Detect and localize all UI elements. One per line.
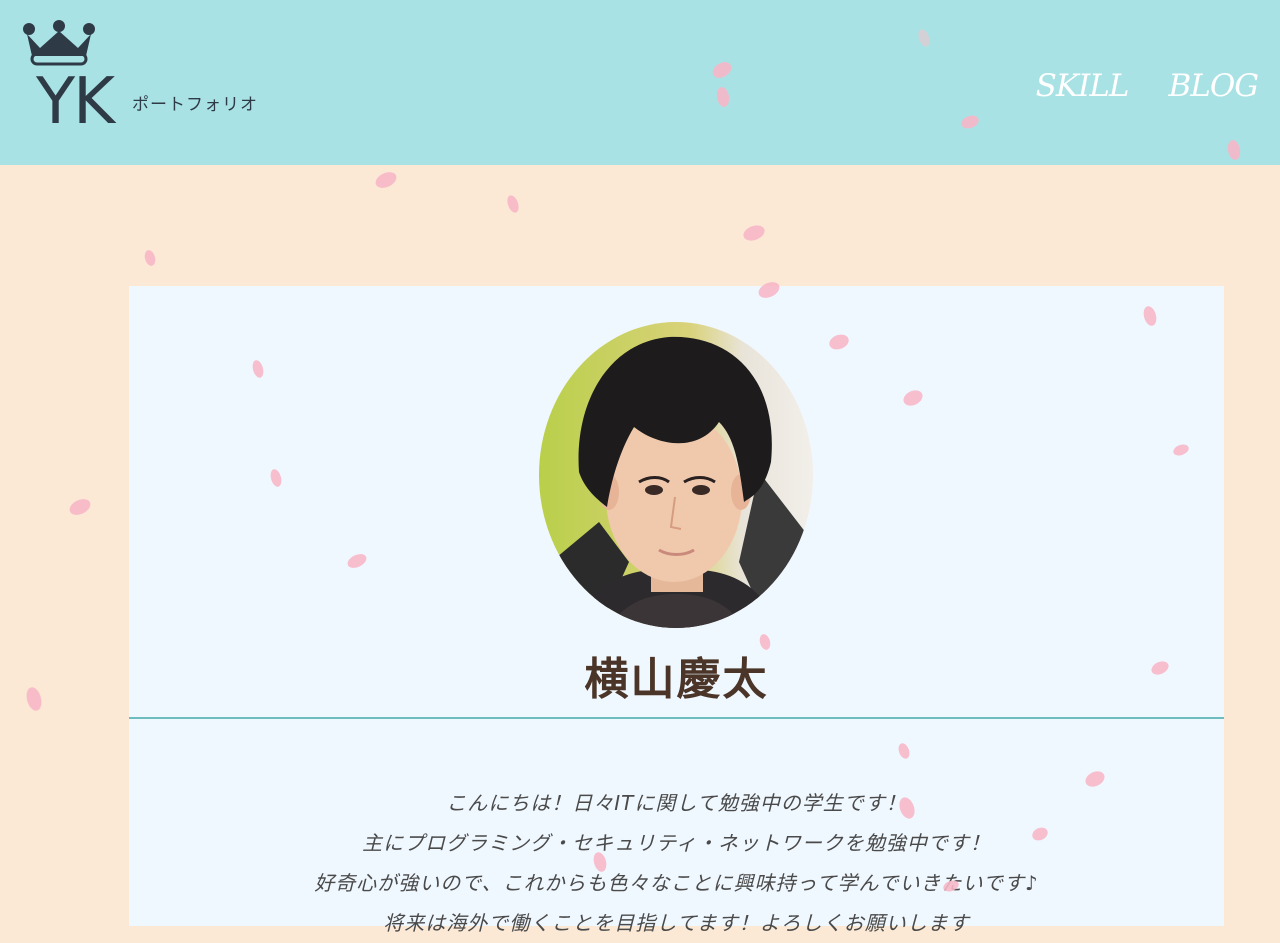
sakura-petal — [26, 687, 42, 711]
sakura-petal — [69, 499, 91, 515]
logo-mark: YK — [36, 65, 115, 139]
site-header: YK ポートフォリオ SKILL BLOG — [0, 0, 1280, 165]
profile-card: 横山慶太 こんにちは！日々ITに関して勉強中の学生です！ 主にプログラミング・セ… — [129, 286, 1224, 935]
sakura-petal — [743, 225, 765, 241]
profile-name: 横山慶太 — [584, 654, 769, 705]
crown-icon — [23, 20, 95, 66]
sakura-petal — [375, 172, 397, 188]
nav-skill-link[interactable]: SKILL — [1036, 68, 1130, 104]
nav-blog-link[interactable]: BLOG — [1168, 68, 1259, 104]
bio-line: 主にプログラミング・セキュリティ・ネットワークを勉強中です！ — [362, 831, 991, 855]
name-divider — [129, 717, 1224, 719]
bio-line: 好奇心が強いので、これからも色々なことに興味持って学んでいきたいです♪ — [314, 871, 1039, 895]
sakura-petal — [507, 195, 519, 213]
site-logo[interactable]: YK ポートフォリオ — [20, 18, 260, 134]
main-nav: SKILL BLOG — [1036, 68, 1259, 104]
sakura-petal — [144, 250, 156, 266]
logo-subtitle: ポートフォリオ — [132, 95, 258, 115]
profile-photo — [539, 322, 813, 628]
bio-line: 将来は海外で働くことを目指してます！よろしくお願いします — [383, 911, 970, 935]
bio-line: こんにちは！日々ITに関して勉強中の学生です！ — [446, 791, 907, 815]
profile-bio: こんにちは！日々ITに関して勉強中の学生です！ 主にプログラミング・セキュリティ… — [129, 783, 1224, 943]
